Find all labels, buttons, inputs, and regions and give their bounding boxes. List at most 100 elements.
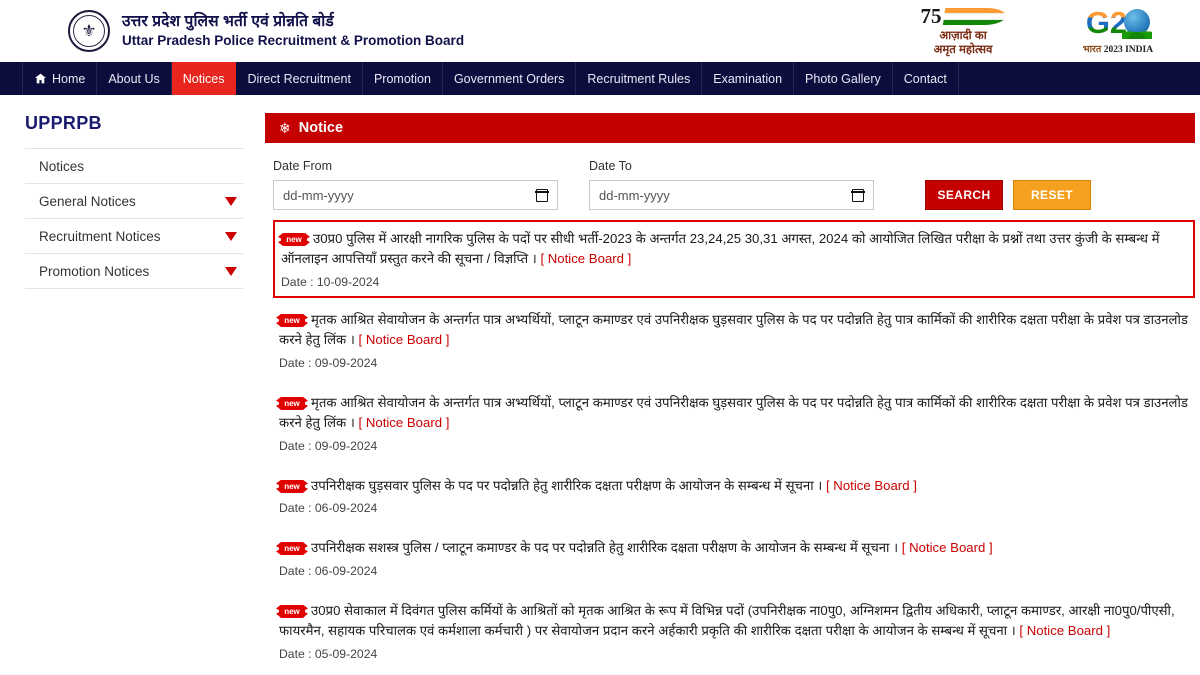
notice-item[interactable]: new उपनिरीक्षक घुड़सवार पुलिस के पद पर पद… xyxy=(273,472,1195,520)
notice-text: new उ0प्र0 पुलिस में आरक्षी नागरिक पुलिस … xyxy=(281,229,1187,270)
new-badge-icon: new xyxy=(279,396,305,410)
notice-board-link[interactable]: [ Notice Board ] xyxy=(359,332,450,347)
nav-item-home[interactable]: Home xyxy=(22,62,98,95)
page-title: Notice xyxy=(298,120,344,136)
notice-text: new उ0प्र0 सेवाकाल में दिवंगत पुलिस कर्मि… xyxy=(279,601,1189,642)
notice-body: उपनिरीक्षक सशस्त्र पुलिस / प्लाटून कमाण्… xyxy=(311,540,899,556)
snowflake-icon: ❄ xyxy=(279,120,291,136)
tricolour-flag-icon xyxy=(942,7,1007,25)
notice-item[interactable]: new उ0प्र0 सेवाकाल में दिवंगत पुलिस कर्मि… xyxy=(273,597,1195,666)
g20-caption: भारत 2023 INDIA xyxy=(1054,42,1182,55)
sidebar: UPPRPB Notices General Notices Recruitme… xyxy=(0,95,265,675)
notice-board-link[interactable]: [ Notice Board ] xyxy=(359,415,450,430)
nav-label-home: Home xyxy=(52,71,86,86)
date-to-label: Date To xyxy=(589,159,632,173)
notice-date: Date : 06-09-2024 xyxy=(279,564,1189,578)
chevron-down-icon xyxy=(225,231,237,241)
notice-panel-header: ❄ Notice xyxy=(265,113,1195,143)
g20-logo: G2 भारत 2023 INDIA xyxy=(1054,4,1182,56)
nav-item-about-us[interactable]: About Us xyxy=(97,62,172,95)
notice-item[interactable]: new मृतक आश्रित सेवायोजन के अन्तर्गत पात्… xyxy=(273,306,1195,375)
sidebar-item-notices[interactable]: Notices xyxy=(25,149,243,184)
date-from-placeholder: dd-mm-yyyy xyxy=(283,187,354,203)
notice-text: new उपनिरीक्षक घुड़सवार पुलिस के पद पर पद… xyxy=(279,476,1189,496)
notice-text: new मृतक आश्रित सेवायोजन के अन्तर्गत पात्… xyxy=(279,310,1189,351)
notice-board-link[interactable]: [ Notice Board ] xyxy=(902,540,993,555)
page-body: UPPRPB Notices General Notices Recruitme… xyxy=(0,95,1200,675)
calendar-icon[interactable] xyxy=(535,188,549,202)
reset-button[interactable]: RESET xyxy=(1013,180,1091,210)
notice-filter-bar: Date From dd-mm-yyyy Date To dd-mm-yyyy … xyxy=(265,143,1200,210)
g20-letters: G2 xyxy=(1085,4,1128,40)
ashoka-emblem-icon: ⚜ xyxy=(68,10,110,52)
notice-list: new उ0प्र0 पुलिस में आरक्षी नागरिक पुलिस … xyxy=(265,210,1200,675)
sidebar-item-general-notices[interactable]: General Notices xyxy=(25,184,243,219)
notice-date-prefix: Date : xyxy=(279,355,315,370)
nav-item-notices[interactable]: Notices xyxy=(171,62,237,95)
notice-item[interactable]: new मृतक आश्रित सेवायोजन के अन्तर्गत पात्… xyxy=(273,389,1195,458)
notice-board-link[interactable]: [ Notice Board ] xyxy=(1019,623,1110,638)
notice-date-value: 09-09-2024 xyxy=(314,355,378,370)
sidebar-label-recruitment-notices: Recruitment Notices xyxy=(39,228,161,244)
date-to-field: Date To dd-mm-yyyy xyxy=(589,159,889,210)
azadi-line1: आज़ादी का xyxy=(939,30,987,42)
brand-text: उत्तर प्रदेश पुलिस भर्ती एवं प्रोन्नति ब… xyxy=(122,12,464,50)
date-from-field: Date From dd-mm-yyyy xyxy=(273,159,573,210)
notice-date-prefix: Date : xyxy=(279,563,315,578)
nav-item-government-orders[interactable]: Government Orders xyxy=(443,62,577,95)
new-badge-icon: new xyxy=(279,313,305,327)
azadi-mark: 75 xyxy=(898,3,1028,29)
azadi-ka-amrit-mahotsav-logo: 75 आज़ादी का अमृत महोत्सव xyxy=(898,3,1028,57)
notice-date-prefix: Date : xyxy=(279,646,315,661)
brand-block: ⚜ उत्तर प्रदेश पुलिस भर्ती एवं प्रोन्नति… xyxy=(68,10,464,52)
date-from-input[interactable]: dd-mm-yyyy xyxy=(273,180,558,210)
date-to-placeholder: dd-mm-yyyy xyxy=(599,187,670,203)
notice-date: Date : 10-09-2024 xyxy=(281,275,1187,289)
notice-body: उपनिरीक्षक घुड़सवार पुलिस के पद पर पदोन्… xyxy=(311,477,823,493)
notice-date: Date : 09-09-2024 xyxy=(279,439,1189,453)
main-navigation: Home About Us Notices Direct Recruitment… xyxy=(0,62,1200,95)
notice-item-highlighted[interactable]: new उ0प्र0 पुलिस में आरक्षी नागरिक पुलिस … xyxy=(273,220,1195,298)
notice-date-value: 09-09-2024 xyxy=(314,438,378,453)
sidebar-label-general-notices: General Notices xyxy=(39,193,136,209)
notice-date-value: 10-09-2024 xyxy=(316,274,380,289)
notice-board-link[interactable]: [ Notice Board ] xyxy=(826,478,917,493)
sidebar-label-notices: Notices xyxy=(39,158,85,174)
notice-date-prefix: Date : xyxy=(281,274,317,289)
calendar-icon[interactable] xyxy=(851,188,865,202)
notice-item[interactable]: new उपनिरीक्षक सशस्त्र पुलिस / प्लाटून कम… xyxy=(273,534,1195,582)
emblem-glyph: ⚜ xyxy=(81,21,97,41)
nav-item-recruitment-rules[interactable]: Recruitment Rules xyxy=(576,62,703,95)
site-title-english: Uttar Pradesh Police Recruitment & Promo… xyxy=(122,33,465,49)
globe-icon xyxy=(1122,9,1153,40)
nav-item-contact[interactable]: Contact xyxy=(893,62,959,95)
notice-text: new मृतक आश्रित सेवायोजन के अन्तर्गत पात्… xyxy=(279,393,1189,434)
azadi-number: 75 xyxy=(920,3,942,28)
chevron-down-icon xyxy=(225,196,237,206)
azadi-line2: अमृत महोत्सव xyxy=(933,44,993,57)
date-to-input[interactable]: dd-mm-yyyy xyxy=(589,180,874,210)
notice-date-prefix: Date : xyxy=(279,438,315,453)
nav-item-promotion[interactable]: Promotion xyxy=(363,62,443,95)
search-button[interactable]: SEARCH xyxy=(925,180,1003,210)
new-badge-icon: new xyxy=(279,479,305,493)
new-badge-icon: new xyxy=(279,542,305,556)
sidebar-item-promotion-notices[interactable]: Promotion Notices xyxy=(25,254,243,289)
notice-date: Date : 09-09-2024 xyxy=(279,356,1189,370)
g20-caption-year: 2023 INDIA xyxy=(1103,45,1154,56)
nav-item-examination[interactable]: Examination xyxy=(702,62,795,95)
nav-item-direct-recruitment[interactable]: Direct Recruitment xyxy=(236,62,363,95)
home-icon xyxy=(34,72,47,85)
sidebar-title: UPPRPB xyxy=(25,113,102,133)
sidebar-menu: Notices General Notices Recruitment Noti… xyxy=(25,148,243,289)
header-logos: 75 आज़ादी का अमृत महोत्सव G2 भारत 2023 I… xyxy=(898,3,1182,57)
chevron-down-icon xyxy=(225,266,237,276)
sidebar-item-recruitment-notices[interactable]: Recruitment Notices xyxy=(25,219,243,254)
notice-board-link[interactable]: [ Notice Board ] xyxy=(540,251,631,266)
nav-item-photo-gallery[interactable]: Photo Gallery xyxy=(794,62,893,95)
notice-date-value: 05-09-2024 xyxy=(314,646,378,661)
notice-text: new उपनिरीक्षक सशस्त्र पुलिस / प्लाटून कम… xyxy=(279,538,1189,558)
